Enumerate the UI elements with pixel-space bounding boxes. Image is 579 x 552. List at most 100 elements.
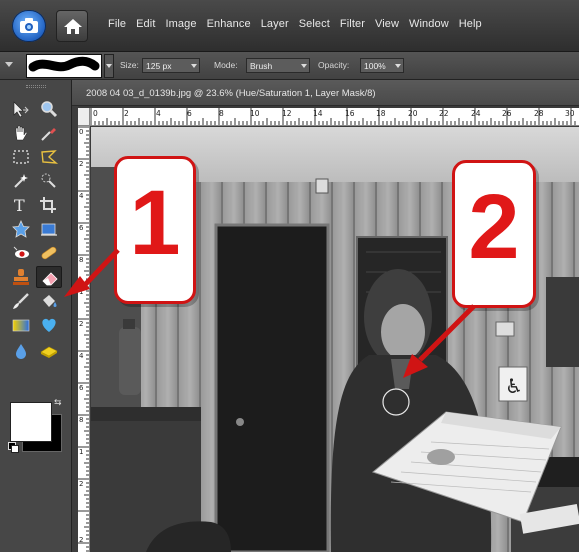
lasso-icon: [41, 150, 59, 164]
magic-wand-tool[interactable]: [8, 170, 34, 192]
document-title-bar[interactable]: 2008 04 03_d_0139b.jpg @ 23.6% (Hue/Satu…: [72, 80, 579, 106]
menu-bar: File Edit Image Enhance Layer Select Fil…: [0, 0, 579, 52]
brush-picker-dropdown[interactable]: [104, 54, 114, 78]
menu-edit[interactable]: Edit: [136, 18, 155, 30]
options-bar: Size: 125 px Mode: Brush Opacity: 100%: [0, 52, 579, 80]
healing-brush-tool[interactable]: [36, 242, 62, 264]
ruler-h-label: 2: [124, 109, 129, 118]
blur-tool[interactable]: [8, 340, 34, 362]
ruler-v-label: 2: [79, 320, 84, 328]
eraser-icon: [42, 272, 58, 286]
ruler-v-label: 8: [79, 256, 84, 264]
ruler-h-label: 22: [439, 109, 449, 118]
mode-select[interactable]: Brush: [246, 58, 310, 73]
eraser-tool[interactable]: [36, 266, 62, 288]
eyedropper-tool[interactable]: [36, 122, 62, 144]
callout-2: 2: [452, 160, 536, 308]
menu-view[interactable]: View: [375, 18, 399, 30]
menu-enhance[interactable]: Enhance: [207, 18, 251, 30]
ruler-h-label: 8: [219, 109, 224, 118]
custom-shape-tool[interactable]: [36, 314, 62, 336]
ruler-h-label: 16: [345, 109, 355, 118]
type-tool[interactable]: T: [8, 194, 34, 216]
stamp-icon: [13, 269, 29, 285]
zoom-tool[interactable]: [36, 98, 62, 120]
gradient-tool[interactable]: [8, 314, 34, 336]
ruler-v-label: 2: [79, 160, 84, 168]
selection-brush-icon: [41, 173, 56, 188]
camera-icon[interactable]: [12, 10, 46, 42]
heart-shape-icon: [42, 318, 56, 332]
home-button[interactable]: [56, 10, 88, 42]
crop-tool[interactable]: [36, 194, 62, 216]
star-shape-icon: [12, 220, 30, 238]
default-colors-icon[interactable]: [8, 442, 19, 453]
ruler-ticks: [78, 126, 89, 552]
ruler-h-label: 30: [565, 109, 575, 118]
magnifier-icon: [41, 101, 58, 118]
ruler-h-label: 18: [376, 109, 386, 118]
hand-icon: [15, 125, 28, 141]
tool-preset-arrow-icon[interactable]: [5, 62, 13, 67]
brush-tool[interactable]: [8, 290, 34, 312]
sponge-tool[interactable]: [36, 340, 62, 362]
ruler-v-label: 1: [79, 288, 84, 296]
size-field[interactable]: 125 px: [142, 58, 200, 73]
menu-window[interactable]: Window: [409, 18, 449, 30]
hand-tool[interactable]: [8, 122, 34, 144]
rect-marquee-icon: [13, 150, 29, 164]
cookie-cutter-tool[interactable]: [8, 218, 34, 240]
foreground-color-swatch[interactable]: [10, 402, 52, 442]
menu-layer[interactable]: Layer: [261, 18, 289, 30]
crop-icon: [40, 197, 56, 213]
callout-number: 1: [129, 172, 181, 274]
opacity-label: Opacity:: [318, 60, 350, 70]
menu-filter[interactable]: Filter: [340, 18, 365, 30]
chevron-down-icon: [191, 64, 197, 68]
ruler-h-label: 0: [93, 109, 98, 118]
move-arrow-icon: [13, 101, 29, 118]
ruler-v-label: 4: [79, 192, 84, 200]
main-menu: File Edit Image Enhance Layer Select Fil…: [108, 18, 492, 30]
toolbox: T ⇆: [0, 80, 72, 552]
red-eye-tool[interactable]: [8, 242, 34, 264]
bandage-icon: [41, 246, 57, 260]
ruler-v-label: 2: [79, 480, 84, 488]
opacity-field[interactable]: 100%: [360, 58, 404, 73]
ruler-origin[interactable]: [78, 108, 90, 126]
paint-bucket-tool[interactable]: [36, 290, 62, 312]
ruler-h-label: 24: [471, 109, 481, 118]
ruler-h-label: 14: [313, 109, 323, 118]
straighten-tool[interactable]: [36, 218, 62, 240]
menu-image[interactable]: Image: [165, 18, 196, 30]
marquee-tool[interactable]: [8, 146, 34, 168]
lasso-tool[interactable]: [36, 146, 62, 168]
horizontal-ruler[interactable]: 0 2 4 6 8 10 12 14 16 18 20 22 24 26 28 …: [90, 108, 579, 126]
svg-text:♿: ♿: [505, 374, 523, 398]
ruler-h-label: 12: [282, 109, 292, 118]
menu-select[interactable]: Select: [299, 18, 330, 30]
menu-file[interactable]: File: [108, 18, 126, 30]
callout-1: 1: [114, 156, 196, 304]
magic-wand-icon: [14, 174, 28, 188]
move-tool[interactable]: [8, 98, 34, 120]
opacity-value: 100%: [364, 61, 386, 71]
document-title: 2008 04 03_d_0139b.jpg @ 23.6% (Hue/Satu…: [86, 88, 376, 99]
clone-stamp-tool[interactable]: [8, 266, 34, 288]
toolbox-grip[interactable]: [26, 85, 46, 88]
red-eye-icon: [13, 246, 29, 258]
size-value: 125 px: [146, 61, 172, 71]
vertical-ruler[interactable]: 0 2 4 6 8 1 2 4 6 8 1 2 2: [78, 126, 90, 552]
callout-number: 2: [468, 176, 520, 278]
ruler-v-label: 1: [79, 448, 84, 456]
brush-preview[interactable]: [26, 54, 102, 78]
sponge-icon: [40, 346, 58, 358]
ruler-v-label: 0: [79, 128, 84, 136]
menu-help[interactable]: Help: [459, 18, 482, 30]
ruler-h-label: 6: [187, 109, 192, 118]
ruler-v-label: 6: [79, 224, 84, 232]
quick-selection-tool[interactable]: [36, 170, 62, 192]
mode-label: Mode:: [214, 60, 238, 70]
swap-colors-icon[interactable]: ⇆: [54, 398, 62, 408]
water-drop-icon: [16, 344, 26, 359]
